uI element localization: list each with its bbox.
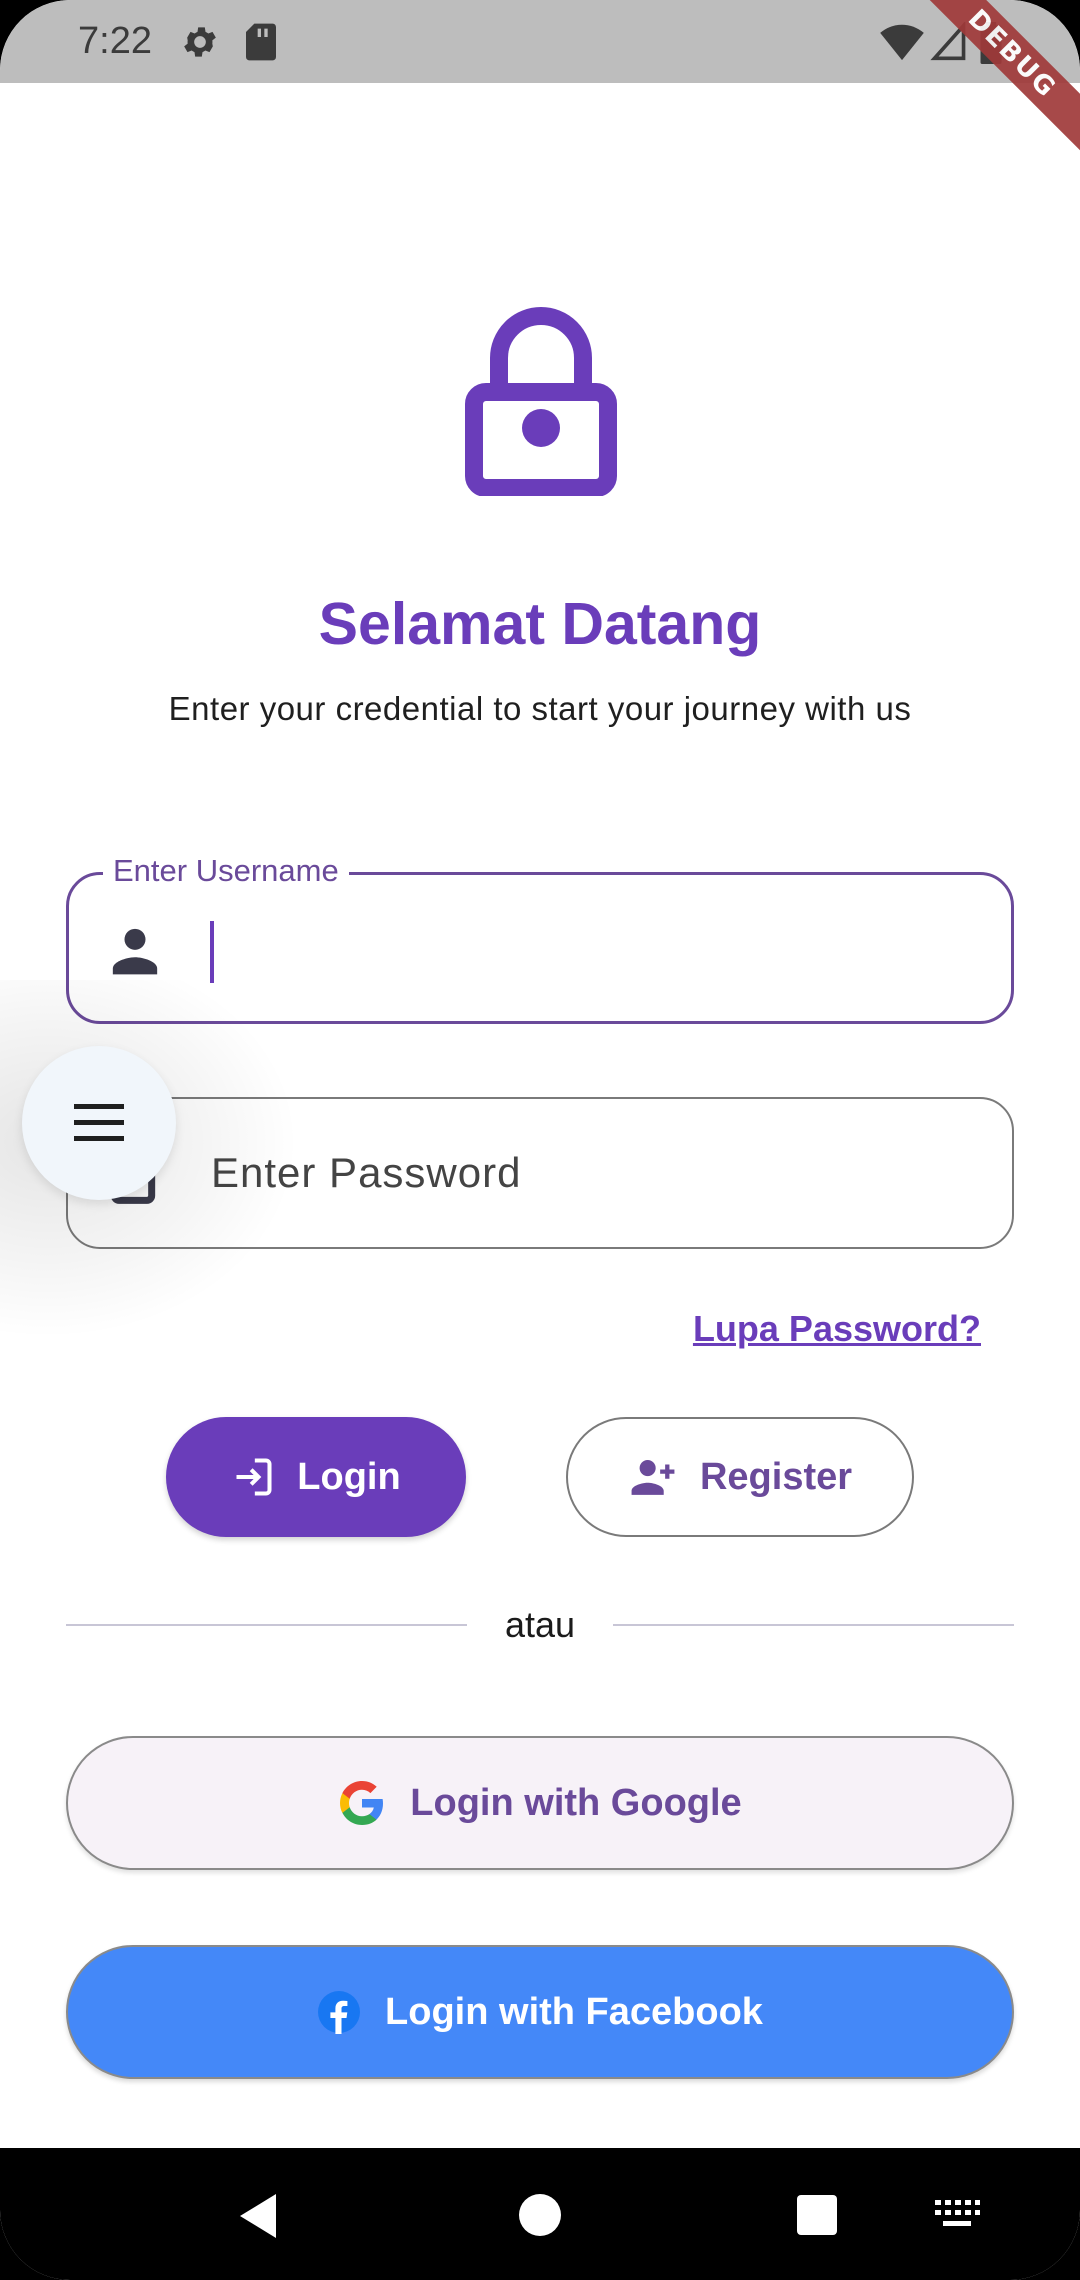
status-bar: 7:22 DEBUG: [0, 0, 1080, 161]
menu-fab[interactable]: [22, 1046, 176, 1200]
sd-card-icon: [246, 23, 276, 61]
menu-icon: [74, 1104, 124, 1141]
text-caret: [210, 921, 214, 983]
navigation-bar: [0, 2148, 1080, 2280]
wifi-icon: [880, 24, 924, 61]
facebook-icon: [318, 1991, 361, 2034]
register-label: Register: [699, 1455, 853, 1498]
recents-icon[interactable]: [797, 2195, 837, 2235]
login-button[interactable]: Login: [166, 1417, 466, 1537]
app-screen: 7:22 DEBUG Selamat Datang Enter your cre…: [0, 0, 1080, 2280]
home-icon[interactable]: [519, 2194, 561, 2236]
google-icon: [340, 1781, 384, 1825]
lock-icon: [465, 307, 617, 496]
person-add-icon: [631, 1460, 675, 1495]
login-icon: [236, 1458, 272, 1496]
keyboard-icon[interactable]: [933, 2198, 981, 2230]
page-subtitle: Enter your credential to start your jour…: [168, 690, 912, 727]
status-time: 7:22: [78, 20, 152, 62]
back-icon[interactable]: [236, 2192, 280, 2240]
page-title: Selamat Datang: [318, 591, 762, 657]
forgot-password-link[interactable]: Lupa Password?: [693, 1308, 981, 1350]
username-label: Enter Username: [103, 853, 349, 889]
settings-icon: [184, 27, 216, 57]
facebook-login-button[interactable]: Login with Facebook: [66, 1945, 1014, 2079]
google-login-label: Login with Google: [410, 1781, 742, 1824]
divider-right: [613, 1624, 1014, 1626]
register-button[interactable]: Register: [566, 1417, 914, 1537]
person-icon: [112, 928, 158, 975]
login-label: Login: [297, 1455, 401, 1498]
facebook-login-label: Login with Facebook: [385, 1990, 763, 2033]
google-login-button[interactable]: Login with Google: [66, 1736, 1014, 1870]
